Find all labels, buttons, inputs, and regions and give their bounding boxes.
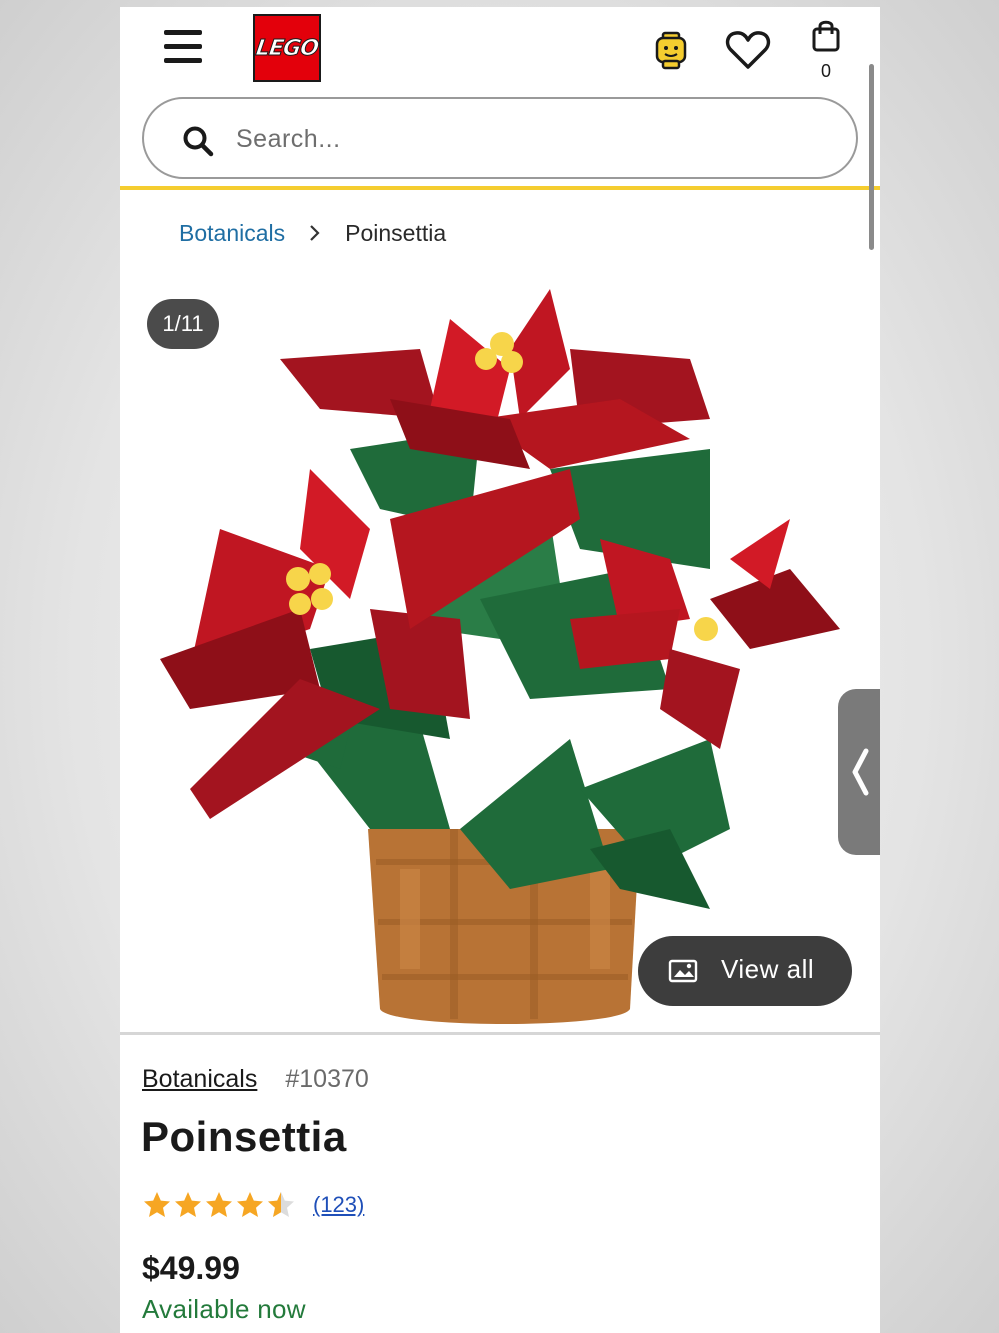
star-icon	[144, 1192, 170, 1217]
review-count-link[interactable]: (123)	[313, 1192, 364, 1218]
gallery-divider	[120, 1032, 880, 1035]
image-counter: 1/11	[147, 299, 219, 349]
bag-button[interactable]	[806, 17, 846, 53]
bag-count: 0	[820, 61, 831, 81]
account-button[interactable]	[651, 31, 691, 71]
mobile-viewport: LEGO 0 Search... Botanicals Poinsettia 1…	[120, 7, 880, 1333]
availability-status: Available now	[142, 1294, 306, 1324]
rating-row: (123)	[142, 1188, 364, 1222]
product-meta: Botanicals #10370	[142, 1065, 369, 1094]
chevron-left-icon	[852, 748, 869, 796]
product-gallery[interactable]: 1/11 View all	[120, 269, 880, 1033]
view-all-button[interactable]: View all	[638, 936, 852, 1006]
heart-icon	[725, 31, 771, 69]
menu-bar	[164, 58, 202, 63]
star-rating	[142, 1190, 297, 1220]
site-header: LEGO 0	[120, 7, 880, 190]
star-icon	[237, 1192, 263, 1217]
wishlist-button[interactable]	[725, 29, 771, 71]
side-drawer-tab[interactable]	[838, 689, 880, 855]
top-flower	[280, 289, 710, 469]
theme-link[interactable]: Botanicals	[142, 1065, 257, 1094]
search-icon	[183, 126, 214, 157]
lego-logo[interactable]: LEGO	[253, 14, 321, 82]
logo-text: LEGO	[254, 35, 320, 61]
menu-bar	[164, 44, 202, 49]
product-price: $49.99	[142, 1250, 240, 1286]
star-icon	[206, 1192, 232, 1217]
header-divider	[120, 186, 880, 190]
minifigure-head-icon	[655, 31, 687, 70]
shopping-bag-icon	[812, 20, 840, 52]
image-gallery-icon	[668, 959, 698, 983]
scrollbar[interactable]	[869, 64, 874, 250]
half-star-icon	[268, 1192, 294, 1217]
view-all-label: View all	[721, 954, 815, 984]
search-input[interactable]	[236, 117, 796, 161]
search-bar[interactable]	[142, 97, 858, 179]
menu-bar	[164, 30, 202, 35]
star-icon	[175, 1192, 201, 1217]
product-image[interactable]	[150, 269, 850, 1033]
breadcrumb-current: Poinsettia	[345, 219, 447, 246]
item-number: #10370	[285, 1065, 369, 1093]
chevron-right-icon	[285, 223, 345, 243]
breadcrumb: Botanicals Poinsettia	[179, 217, 446, 249]
breadcrumb-link-botanicals[interactable]: Botanicals	[179, 220, 285, 247]
menu-button[interactable]	[160, 27, 204, 67]
product-title: Poinsettia	[141, 1113, 347, 1160]
